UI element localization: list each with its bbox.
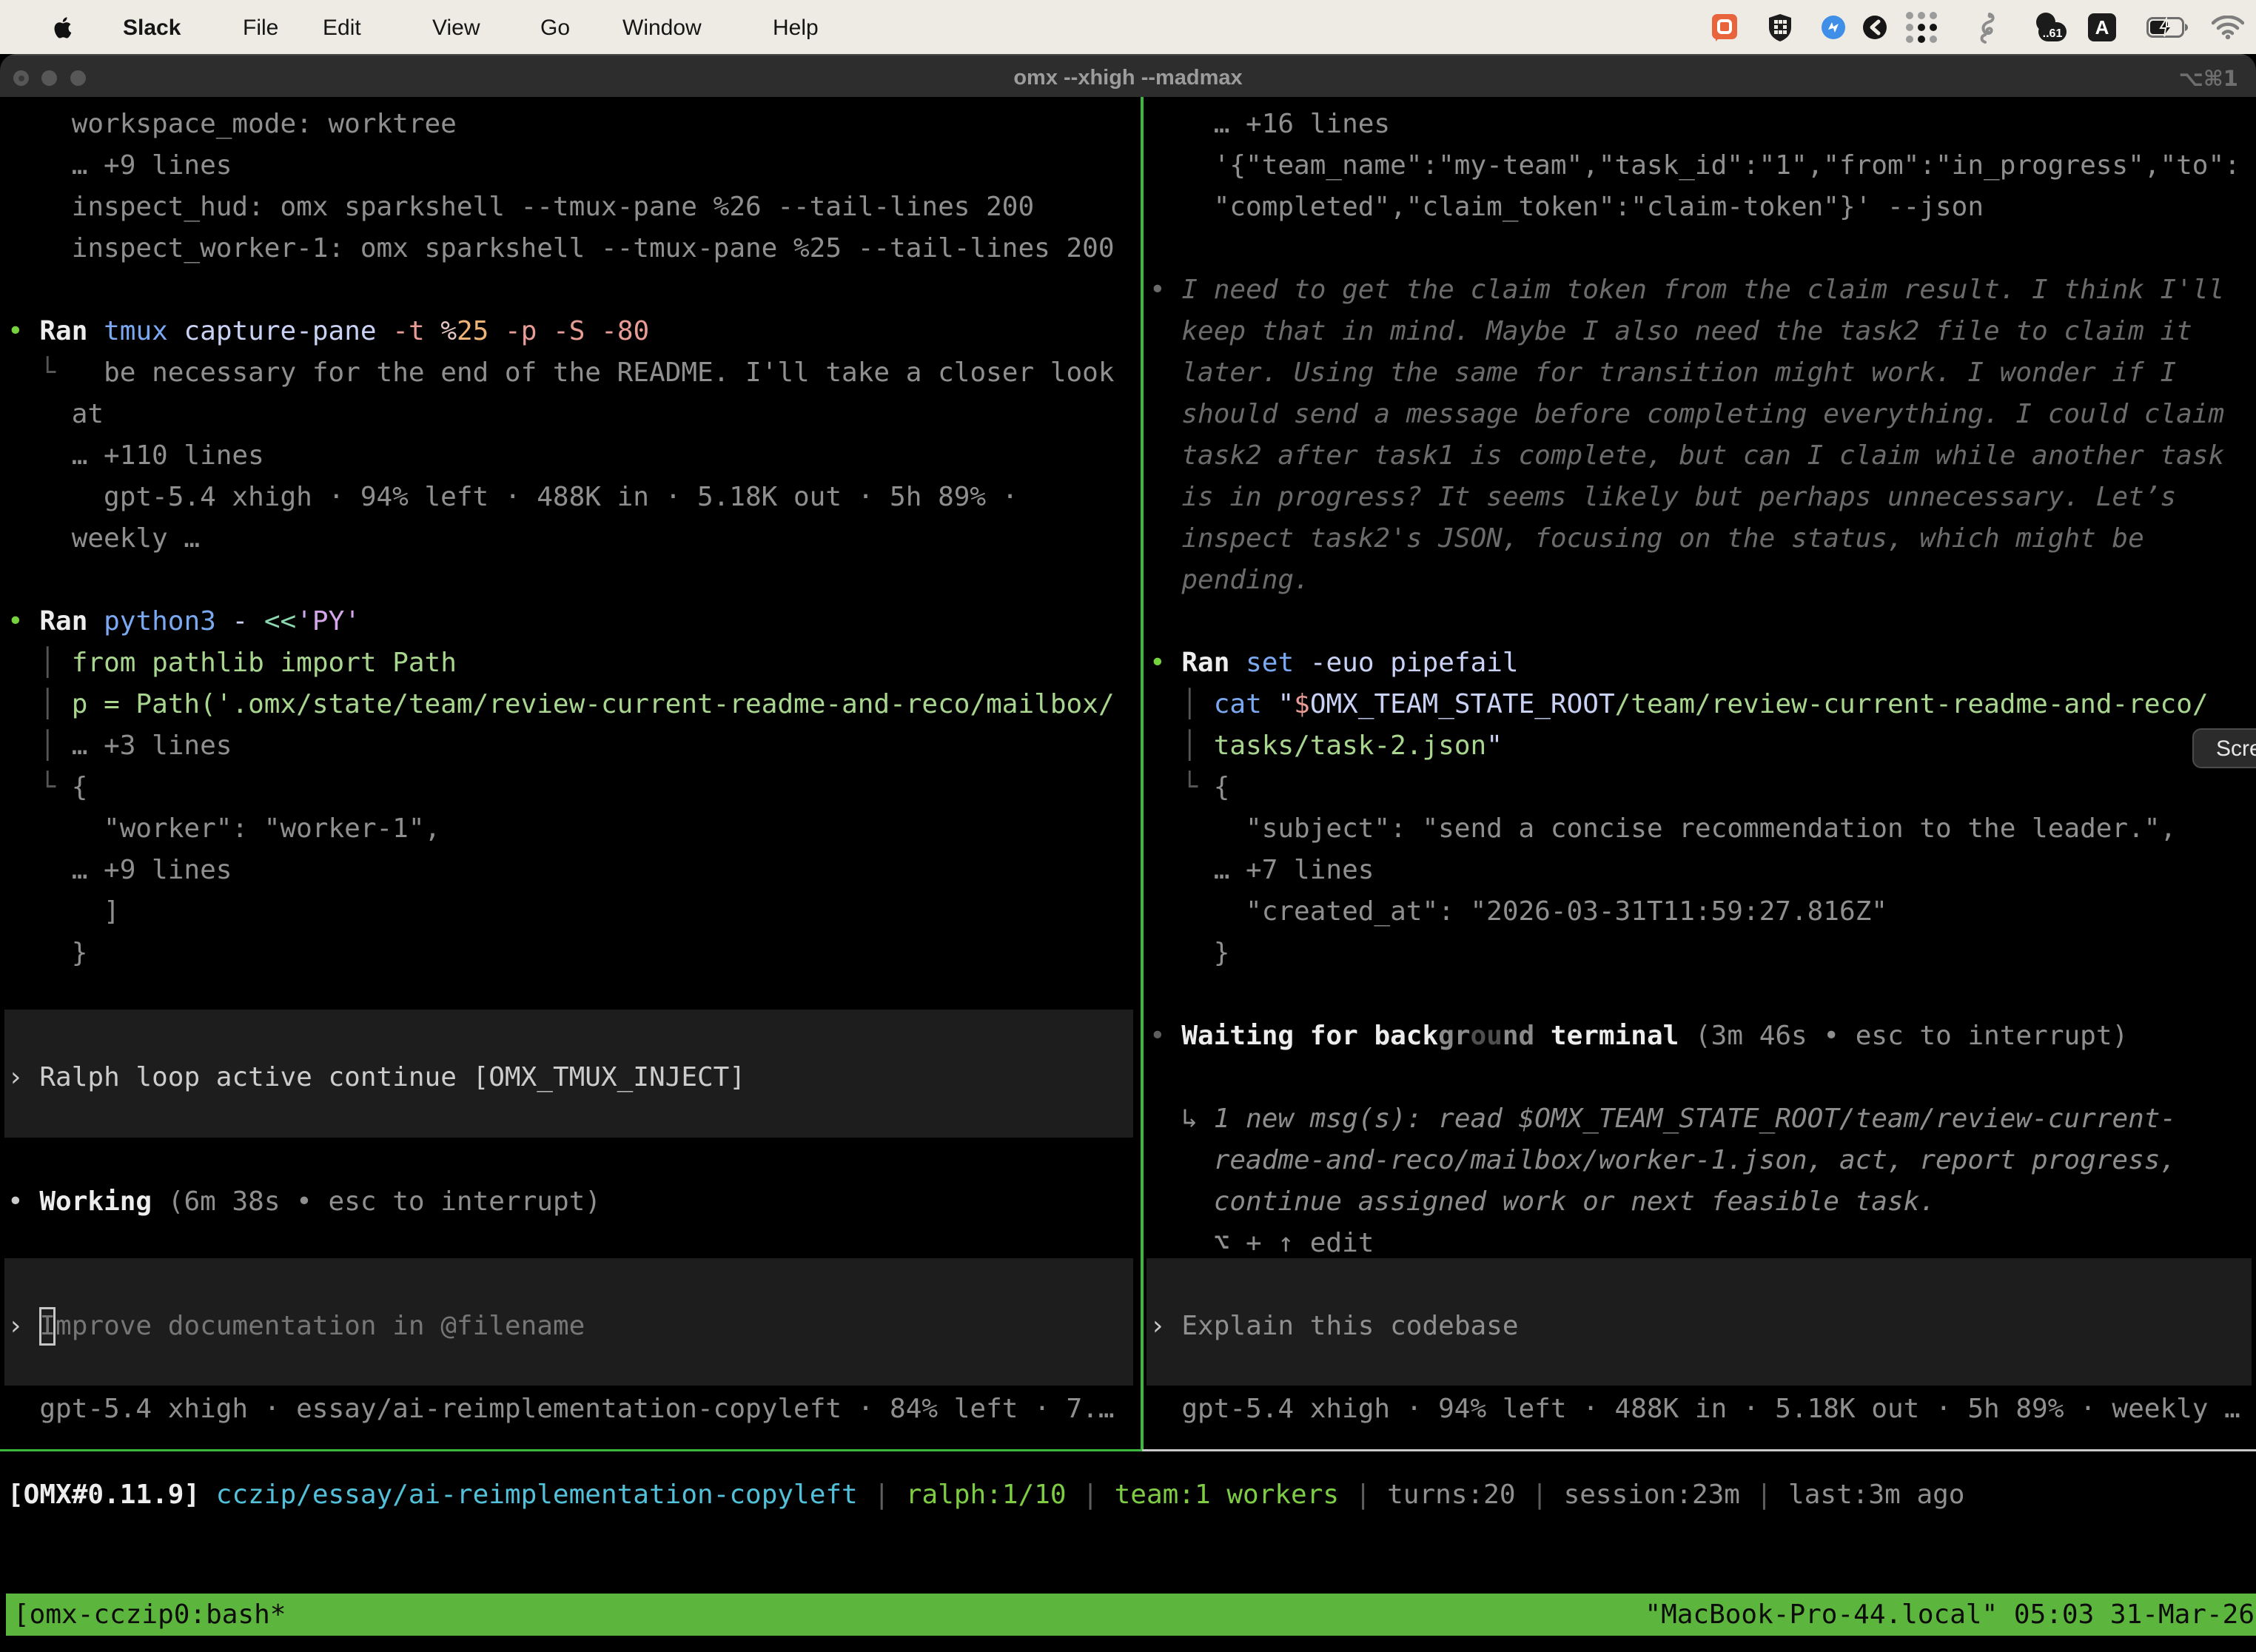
menu-window[interactable]: Window [622,0,702,54]
terminal-line: "completed","claim_token":"claim-token"}… [1214,187,1984,228]
window-shortcut-badge: ⌥⌘1 [2178,56,2238,98]
pane-border-bottom-right [1142,1449,2256,1451]
shield-grid-icon[interactable] [1766,13,1794,42]
terminal-line: │ tasks/task-2.json" [1181,725,1503,767]
terminal-line: at [72,394,104,435]
window-title: omx --xhigh --madmax [0,56,2256,98]
terminal-line: continue assigned work or next feasible … [1214,1181,1936,1223]
svg-text:..61: ..61 [2043,27,2063,40]
terminal-line: } [72,933,88,974]
battery-charging-icon[interactable] [2146,17,2189,38]
terminal-line: weekly … [72,518,200,560]
command-ran-python3: • Ran python3 - <<'PY' [7,601,360,642]
terminal-content: workspace_mode: worktree… +9 linesinspec… [0,97,2256,1449]
terminal-window: omx --xhigh --madmax ⌥⌘1 workspace_mode:… [0,54,2256,1652]
terminal-line: is in progress? It seems likely but perh… [1181,477,2176,518]
terminal-line: readme-and-reco/mailbox/worker-1.json, a… [1214,1140,2176,1181]
terminal-line: └ { [39,767,87,808]
pane-divider[interactable] [1141,97,1144,1449]
svg-text:A: A [2095,16,2109,38]
terminal-line: task2 after task1 is complete, but can I… [1181,435,2224,477]
terminal-line: └ { [1181,767,1229,808]
terminal-line: │ cat "$OMX_TEAM_STATE_ROOT/team/review-… [1181,684,2208,725]
edit-hint: ⌥ + ↑ edit [1214,1223,1374,1264]
window-titlebar[interactable]: omx --xhigh --madmax ⌥⌘1 [0,54,2256,97]
tmux-session-label: [omx-cczip0:bash* [13,1594,286,1636]
screen-record-icon[interactable] [1711,13,1739,42]
terminal-line: should send a message before completing … [1181,394,2224,435]
omx-status-line-text: [OMX#0.11.9] cczip/essay/ai-reimplementa… [7,1474,1964,1516]
menu-app-name[interactable]: Slack [123,0,181,54]
terminal-line: inspect_worker-1: omx sparkshell --tmux-… [72,228,1115,269]
pane-footer-left: gpt-5.4 xhigh · essay/ai-reimplementatio… [39,1389,1114,1430]
terminal-line: … +9 lines [72,850,232,891]
terminal-line: inspect task2's JSON, focusing on the st… [1181,518,2143,560]
waiting-status: • Waiting for background terminal (3m 46… [1149,1015,2128,1057]
terminal-line: "subject": "send a concise recommendatio… [1246,808,2176,850]
terminal-line: inspect_hud: omx sparkshell --tmux-pane … [72,187,1034,228]
terminal-line: │ p = Path('.omx/state/team/review-curre… [39,684,1114,725]
terminal-line: } [1214,933,1230,974]
new-message-note: ↳ 1 new msg(s): read $OMX_TEAM_STATE_ROO… [1181,1098,2176,1140]
menu-file[interactable]: File [243,0,278,54]
menu-edit[interactable]: Edit [323,0,361,54]
terminal-line: keep that in mind. Maybe I also need the… [1181,311,2192,352]
input-line-right: › Explain this codebase [1149,1306,1519,1347]
dots-grid-icon[interactable] [1902,8,1941,47]
apple-logo-icon[interactable] [53,16,72,39]
inject-banner: › Ralph loop active continue [OMX_TMUX_I… [7,1057,745,1098]
menu-view[interactable]: View [432,0,480,54]
text-cursor [39,1307,56,1346]
terminal-line: pending. [1181,560,1309,601]
badge-61-icon[interactable]: ..61 [2030,12,2068,43]
menu-help[interactable]: Help [773,0,819,54]
screen-pill-button[interactable]: Scre [2192,728,2256,768]
menu-bar: Slack File Edit View Go Window Help [0,0,2256,54]
thinking-text: • I need to get the claim token from the… [1149,269,2224,311]
screen-pill-label: Scre [2216,730,2256,767]
terminal-line: workspace_mode: worktree [72,104,457,145]
terminal-line: │ from pathlib import Path [39,642,457,684]
terminal-line: … +110 lines [72,435,264,477]
screen: Slack File Edit View Go Window Help [0,0,2256,1652]
command-ran-tmux: • Ran tmux capture-pane -t %25 -p -S -80 [7,311,649,352]
terminal-line: … +7 lines [1214,850,1374,891]
pane-border-bottom-left [0,1449,1142,1451]
input-line-left: › Improve documentation in @filename [7,1306,585,1347]
terminal-line: "created_at": "2026-03-31T11:59:27.816Z" [1246,891,1887,933]
tmux-host-clock: "MacBook-Pro-44.local" 05:03 31-Mar-26 [1645,1594,2255,1636]
input-source-icon[interactable]: A [2087,13,2117,42]
terminal-line: gpt-5.4 xhigh · 94% left · 488K in · 5.1… [104,477,1018,518]
command-ran-set: • Ran set -euo pipefail [1149,642,1519,684]
terminal-line: … +16 lines [1214,104,1390,145]
working-status: • Working (6m 38s • esc to interrupt) [7,1181,601,1223]
terminal-line: ] [104,891,120,933]
menu-go[interactable]: Go [540,0,570,54]
blue-badge-icon[interactable] [1819,13,1847,41]
terminal-line: '{"team_name":"my-team","task_id":"1","f… [1214,145,2240,187]
circle-chevron-icon[interactable] [1861,13,1889,41]
terminal-line: │ … +3 lines [39,725,232,767]
tmux-status-bar: [omx-cczip0:bash* "MacBook-Pro-44.local"… [6,1594,2256,1636]
wifi-icon[interactable] [2212,16,2244,39]
terminal-line: └ be necessary for the end of the README… [39,352,1114,394]
wireguard-icon[interactable] [1975,11,1997,44]
pane-footer-right: gpt-5.4 xhigh · 94% left · 488K in · 5.1… [1181,1389,2240,1430]
terminal-line: … +9 lines [72,145,232,187]
terminal-line: later. Using the same for transition mig… [1181,352,2176,394]
terminal-line: "worker": "worker-1", [104,808,440,850]
